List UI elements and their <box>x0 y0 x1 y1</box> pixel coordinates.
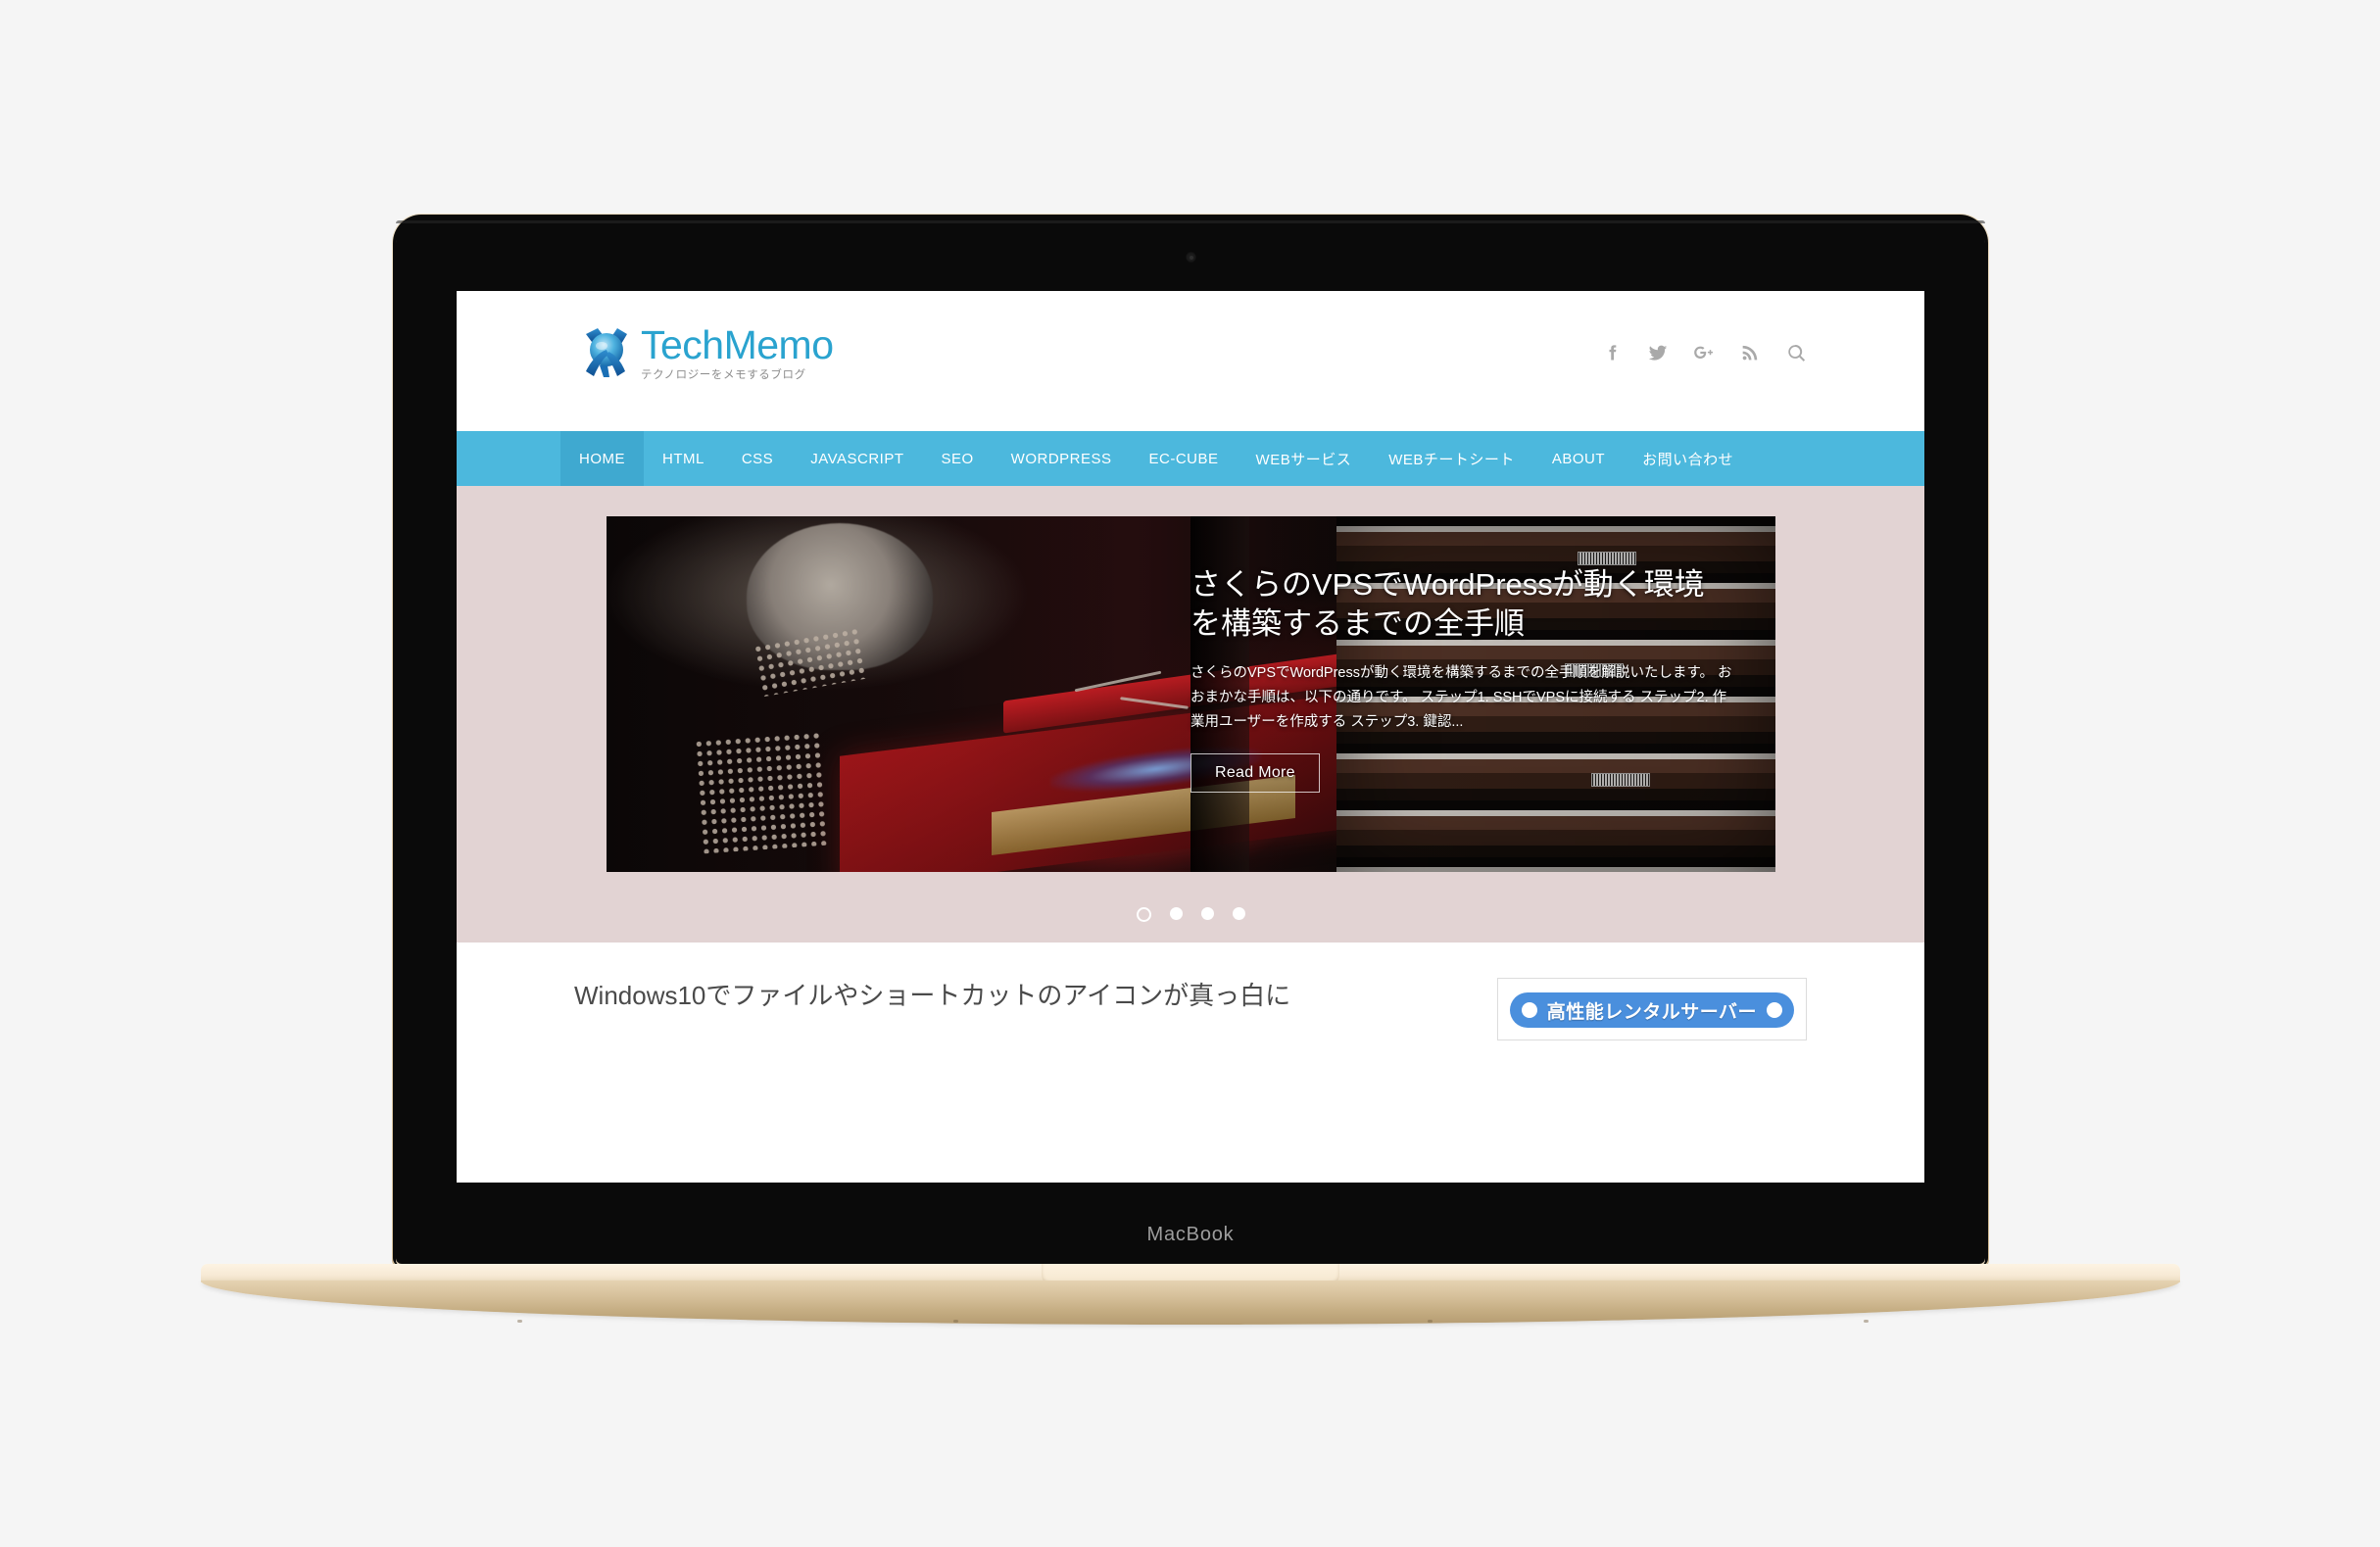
scene: TechMemo テクノロジーをメモするブログ HOME HTML CSS JA… <box>0 0 2380 1547</box>
sidebar-column: 高性能レンタルサーバー <box>1496 978 1807 1040</box>
carousel-slide[interactable]: さくらのVPSでWordPressが動く環境を構築するまでの全手順 さくらのVP… <box>606 516 1775 872</box>
carousel-dot-4[interactable] <box>1232 907 1245 920</box>
nav-item-about[interactable]: ABOUT <box>1533 431 1624 486</box>
browser-viewport: TechMemo テクノロジーをメモするブログ HOME HTML CSS JA… <box>457 291 1924 1183</box>
nav-item-css[interactable]: CSS <box>723 431 792 486</box>
main-navigation: HOME HTML CSS JAVASCRIPT SEO WORDPRESS E… <box>457 431 1924 486</box>
slide-title: さくらのVPSでWordPressが動く環境を構築するまでの全手順 <box>1190 567 1705 641</box>
nav-item-home[interactable]: HOME <box>560 431 644 486</box>
read-more-button[interactable]: Read More <box>1190 753 1320 793</box>
nav-item-contact[interactable]: お問い合わせ <box>1624 431 1752 486</box>
nav-item-seo[interactable]: SEO <box>922 431 992 486</box>
nav-item-wordpress[interactable]: WORDPRESS <box>993 431 1131 486</box>
nav-item-javascript[interactable]: JAVASCRIPT <box>792 431 922 486</box>
laptop-base <box>201 1264 2180 1325</box>
slide-excerpt: さくらのVPSでWordPressが動く環境を構築するまでの全手順を解説いたしま… <box>1190 665 1732 730</box>
carousel-dot-1[interactable] <box>1136 907 1151 922</box>
carousel-dot-3[interactable] <box>1200 907 1214 920</box>
webcam-icon <box>1186 252 1196 263</box>
post-title-link[interactable]: Windows10でファイルやショートカットのアイコンが真っ白に <box>574 978 1454 1013</box>
twitter-icon[interactable] <box>1647 342 1669 363</box>
ad-bullet-left-icon <box>1521 1002 1537 1018</box>
hero-carousel: さくらのVPSでWordPressが動く環境を構築するまでの全手順 さくらのVP… <box>457 486 1924 943</box>
search-icon[interactable] <box>1785 342 1807 363</box>
google-plus-icon[interactable] <box>1693 342 1715 363</box>
facebook-icon[interactable] <box>1601 342 1623 363</box>
content-area: Windows10でファイルやショートカットのアイコンが真っ白に 高性能レンタル… <box>457 943 1924 1040</box>
carousel-dot-2[interactable] <box>1169 907 1183 920</box>
macbook-brand-label: MacBook <box>1146 1224 1235 1245</box>
nav-item-html[interactable]: HTML <box>644 431 723 486</box>
techmemo-elephant-logo-icon <box>578 322 635 383</box>
main-column: Windows10でファイルやショートカットのアイコンが真っ白に <box>574 978 1454 1040</box>
logo-tagline: テクノロジーをメモするブログ <box>641 369 806 381</box>
nav-item-web-cheatsheet[interactable]: WEBチートシート <box>1370 431 1533 486</box>
sidebar-ad-widget[interactable]: 高性能レンタルサーバー <box>1496 978 1807 1040</box>
nav-item-ec-cube[interactable]: EC-CUBE <box>1131 431 1238 486</box>
ad-bullet-right-icon <box>1767 1002 1782 1018</box>
site-header: TechMemo テクノロジーをメモするブログ <box>457 291 1924 431</box>
social-links <box>1601 342 1807 363</box>
webcam-lens <box>1189 255 1193 260</box>
ad-banner[interactable]: 高性能レンタルサーバー <box>1509 992 1794 1028</box>
rss-icon[interactable] <box>1739 342 1761 363</box>
site-logo[interactable]: TechMemo テクノロジーをメモするブログ <box>578 322 834 383</box>
carousel-dots <box>457 907 1924 922</box>
logo-text-block: TechMemo テクノロジーをメモするブログ <box>641 322 834 382</box>
ad-banner-label: 高性能レンタルサーバー <box>1546 1001 1757 1023</box>
slide-caption: さくらのVPSでWordPressが動く環境を構築するまでの全手順 さくらのVP… <box>1190 565 1734 793</box>
bezel-highlight <box>396 220 1985 223</box>
laptop-lid: TechMemo テクノロジーをメモするブログ HOME HTML CSS JA… <box>396 218 1985 1264</box>
base-body <box>201 1281 2180 1325</box>
nav-item-web-service[interactable]: WEBサービス <box>1238 431 1371 486</box>
logo-title: TechMemo <box>641 322 834 367</box>
